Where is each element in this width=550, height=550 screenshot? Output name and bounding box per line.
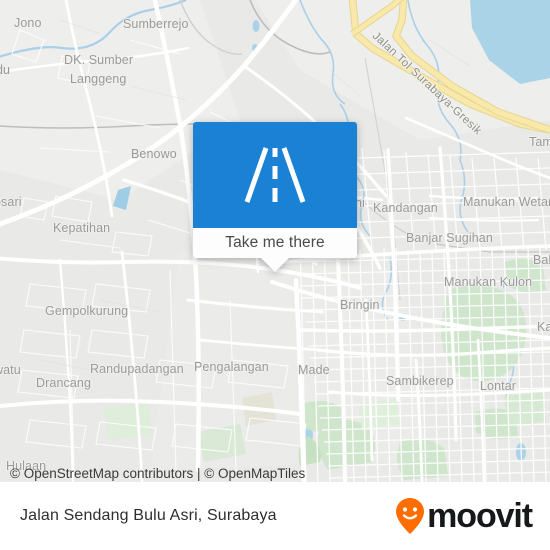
take-me-there-label: Take me there <box>225 234 325 251</box>
street-title: Jalan Sendang Bulu Asri, Surabaya <box>20 507 277 524</box>
destination-popup[interactable]: Take me there <box>193 122 357 272</box>
footer-bar: Jalan Sendang Bulu Asri, Surabaya moovit <box>0 482 550 550</box>
moovit-wordmark: moovit <box>427 497 533 535</box>
popup-action-bar[interactable]: Take me there <box>193 228 357 258</box>
map-screen: Jono Sumberrejo DK. Sumber Langgeng du B… <box>0 0 550 550</box>
popup-header <box>193 122 357 228</box>
map-canvas[interactable]: Jono Sumberrejo DK. Sumber Langgeng du B… <box>0 0 550 482</box>
popup-pointer <box>261 258 289 272</box>
moovit-logo[interactable]: moovit <box>395 497 533 535</box>
road-icon <box>244 147 306 203</box>
moovit-pin-icon <box>396 498 425 534</box>
map-attribution: © OpenStreetMap contributors | © OpenMap… <box>10 466 306 481</box>
